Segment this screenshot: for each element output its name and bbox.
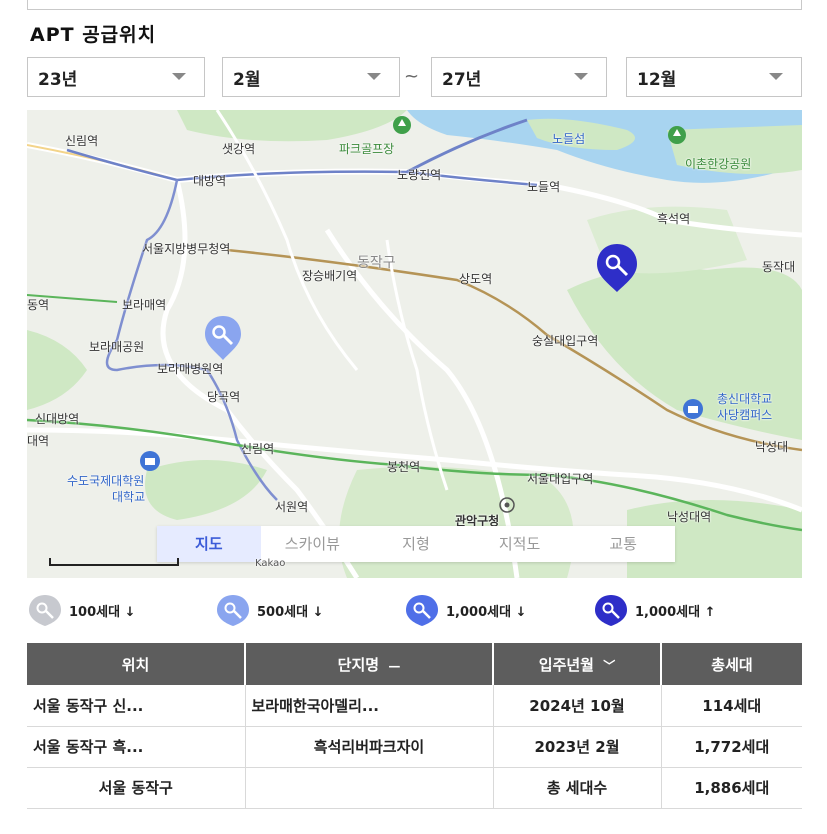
legend-label: 100세대 ↓ <box>69 604 136 620</box>
cell-complex[interactable]: 보라매한국아델리... <box>245 685 494 727</box>
footer-label: 총 세대수 <box>493 767 662 809</box>
to-month-value: 12월 <box>637 69 677 90</box>
map-label: 노들역 <box>527 180 561 194</box>
map-label: 노량진역 <box>397 168 442 182</box>
map-label: 신림역 <box>241 442 275 456</box>
column-header-total[interactable]: 총세대 <box>661 643 802 685</box>
map-label: 동작구 <box>357 255 396 271</box>
to-month-select[interactable]: 12월 <box>626 57 802 97</box>
location-marker-icon <box>595 595 627 626</box>
map-label: 신대방역 <box>35 412 80 426</box>
column-header-complex[interactable]: 단지명 — <box>245 643 494 685</box>
table-row[interactable]: 서울 동작구 신... 보라매한국아델리... 2024년 10월 114세대 <box>27 685 802 727</box>
location-marker-icon[interactable] <box>203 314 243 362</box>
map-label: 상도역 <box>459 272 493 286</box>
cell-move-in: 2023년 2월 <box>493 726 662 768</box>
cell-move-in: 2024년 10월 <box>493 685 662 727</box>
cell-location: 서울 동작구 신... <box>27 685 246 727</box>
range-separator: ~ <box>404 66 420 87</box>
map-label: 대방역 <box>193 174 227 188</box>
map-label: 동역 <box>27 298 50 312</box>
map-label: 보라매공원 <box>89 340 145 354</box>
legend-label: 500세대 ↓ <box>257 604 324 620</box>
cell-total: 114세대 <box>661 685 802 727</box>
legend-item: 1,000세대 ↓ <box>404 593 526 627</box>
map-label: 총신대학교 <box>717 392 773 406</box>
to-year-value: 27년 <box>442 69 482 90</box>
map-label: 서울지방병무청역 <box>142 242 231 256</box>
top-frame <box>27 0 802 10</box>
map-label: 파크골프장 <box>339 142 395 156</box>
government-office-icon <box>499 497 515 513</box>
map-label: 낙성대역 <box>667 510 712 524</box>
chevron-down-icon <box>769 73 783 80</box>
legend-label: 1,000세대 ↓ <box>446 604 527 620</box>
table-row[interactable]: 서울 동작구 흑... 흑석리버파크자이 2023년 2월 1,772세대 <box>27 726 802 768</box>
footer-total: 1,886세대 <box>661 767 802 809</box>
chevron-down-icon <box>367 73 381 80</box>
tab-traffic[interactable]: 교통 <box>571 526 675 562</box>
section-title: APT 공급위치 <box>30 24 157 46</box>
map-label: 신림역 <box>65 134 99 148</box>
legend: 100세대 ↓ 500세대 ↓ 1,000세대 ↓ 1,000세대 ↑ <box>27 593 802 627</box>
map-view[interactable]: 신림역 샛강역 파크골프장 노들섬 이촌한강공원 대방역 노량진역 노들역 흑석… <box>27 110 802 578</box>
legend-item: 100세대 ↓ <box>27 593 135 627</box>
map-label: 서울대입구역 <box>527 472 594 486</box>
map-label: 대학교 <box>112 490 146 504</box>
map-label: 보라매병원역 <box>157 362 224 376</box>
map-label: 흑석역 <box>657 212 691 226</box>
park-icon <box>393 116 411 134</box>
legend-item: 500세대 ↓ <box>215 593 323 627</box>
location-marker-icon <box>217 595 249 626</box>
cell-total: 1,772세대 <box>661 726 802 768</box>
legend-item: 1,000세대 ↑ <box>593 593 715 627</box>
from-year-select[interactable]: 23년 <box>27 57 205 97</box>
map-label: 보라매역 <box>122 298 167 312</box>
footer-empty <box>245 767 494 809</box>
footer-location: 서울 동작구 <box>27 767 246 809</box>
cell-complex[interactable]: 흑석리버파크자이 <box>245 726 494 768</box>
map-label: 장승배기역 <box>302 269 358 283</box>
column-header-move-in[interactable]: 입주년월 ﹀ <box>493 643 662 685</box>
table-header-row: 위치 단지명 — 입주년월 ﹀ 총세대 <box>27 643 802 685</box>
apt-supply-table: 위치 단지명 — 입주년월 ﹀ 총세대 서울 동작구 신... 보라매한국아델리… <box>27 643 802 809</box>
park-icon <box>668 126 686 144</box>
chevron-down-icon <box>172 73 186 80</box>
map-label: 동작대 <box>762 260 796 274</box>
tab-cadastral[interactable]: 지적도 <box>468 526 572 562</box>
map-label: 낙성대 <box>755 440 789 454</box>
university-icon <box>140 451 160 471</box>
map-label: 봉천역 <box>387 460 421 474</box>
location-marker-icon <box>29 595 61 626</box>
map-label: 노들섬 <box>552 132 586 146</box>
chevron-down-icon[interactable]: ﹀ <box>603 659 615 673</box>
map-label: 이촌한강공원 <box>685 157 752 171</box>
map-label: 대역 <box>27 434 50 448</box>
cell-location: 서울 동작구 흑... <box>27 726 246 768</box>
map-label: 사당캠퍼스 <box>717 408 773 422</box>
map-type-tabs: 지도 스카이뷰 지형 지적도 교통 <box>157 526 675 562</box>
map-attribution: Kakao <box>255 558 286 569</box>
from-month-select[interactable]: 2월 <box>222 57 400 97</box>
from-month-value: 2월 <box>233 69 261 90</box>
map-label: 서원역 <box>275 500 309 514</box>
university-icon <box>683 399 703 419</box>
location-marker-icon[interactable] <box>595 242 639 294</box>
map-label: 수도국제대학원 <box>67 474 145 488</box>
to-year-select[interactable]: 27년 <box>431 57 607 97</box>
from-year-value: 23년 <box>38 69 78 90</box>
legend-label: 1,000세대 ↑ <box>635 604 716 620</box>
map-label: 샛강역 <box>222 142 256 156</box>
sort-neutral-icon[interactable]: — <box>388 659 400 673</box>
location-marker-icon <box>406 595 438 626</box>
map-label: 당곡역 <box>207 390 241 404</box>
tab-skyview[interactable]: 스카이뷰 <box>261 526 365 562</box>
chevron-down-icon <box>574 73 588 80</box>
tab-terrain[interactable]: 지형 <box>364 526 468 562</box>
scale-bar <box>49 558 179 566</box>
tab-map[interactable]: 지도 <box>157 526 261 562</box>
map-label: 숭실대입구역 <box>532 334 599 348</box>
table-footer-row: 서울 동작구 총 세대수 1,886세대 <box>27 767 802 809</box>
column-header-location: 위치 <box>27 643 246 685</box>
